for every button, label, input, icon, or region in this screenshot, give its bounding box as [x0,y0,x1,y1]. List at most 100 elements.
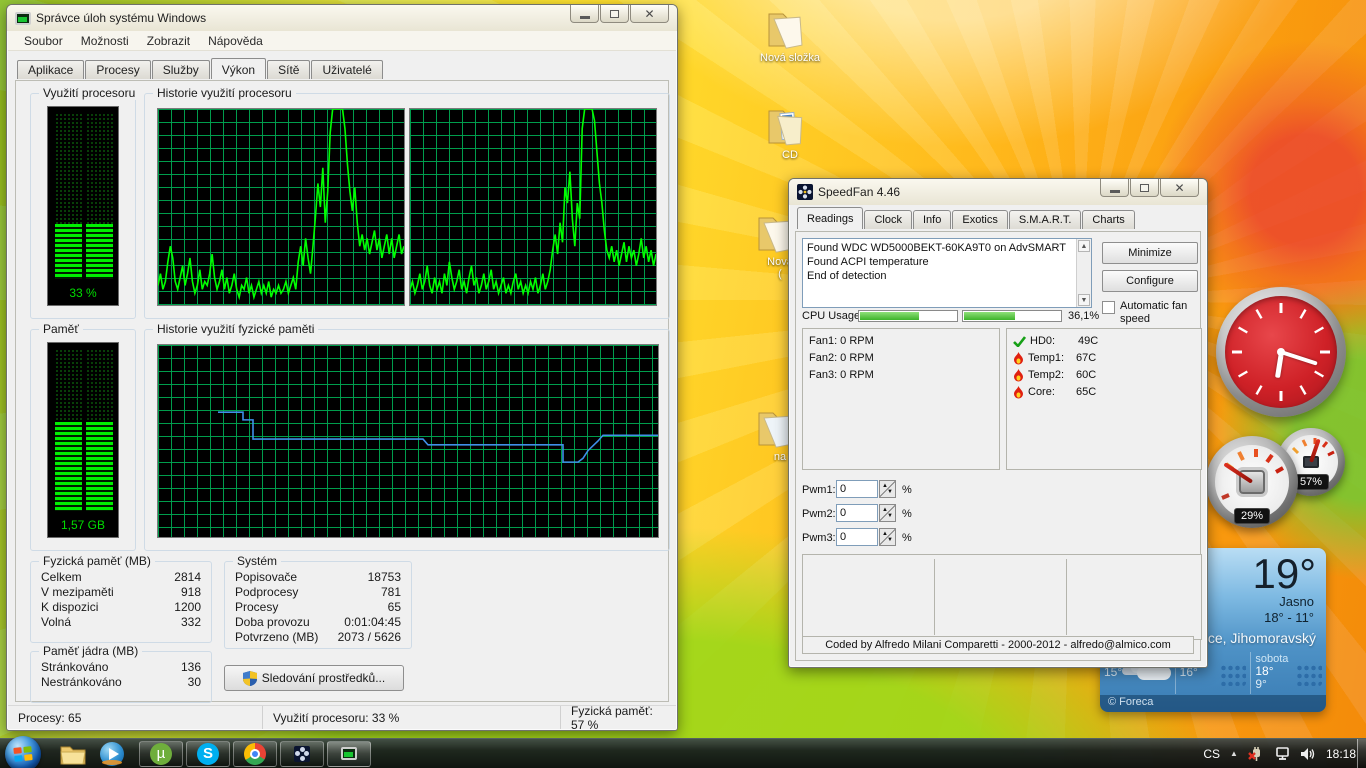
start-button[interactable] [5,736,41,768]
resource-monitor-button[interactable]: Sledování prostředků... [224,665,404,691]
weather-provider: © Foreca [1100,695,1326,712]
scroll-up-icon[interactable]: ▲ [1078,240,1090,252]
checkbox-icon[interactable] [1102,301,1115,314]
pwm2-input[interactable]: 0 [836,504,878,522]
folder-icon [765,103,815,147]
auto-fan-label: Automatic fan speed [1120,300,1202,326]
taskbar-chrome-button[interactable] [233,741,277,767]
flame-icon [1013,352,1024,365]
pwm1-input[interactable]: 0 [836,480,878,498]
menu-moznosti[interactable]: Možnosti [73,32,137,50]
network-icon[interactable] [1274,747,1290,761]
menu-napoveda[interactable]: Nápověda [200,32,271,50]
fan2-reading: Fan2: 0 RPM [809,350,993,367]
status-cpu: Využití procesoru: 33 % [263,706,561,729]
menu-soubor[interactable]: Soubor [16,32,71,50]
status-processes: Procesy: 65 [8,706,263,729]
minimize-app-button[interactable]: Minimize [1102,242,1198,264]
cpu-usage-value: 36,1% [1068,308,1099,325]
task-manager-statusbar: Procesy: 65 Využití procesoru: 33 % Fyzi… [8,705,676,729]
maximize-button[interactable] [600,5,629,23]
desktop-icon-nova-slozka[interactable]: Nová složka [745,6,835,64]
cpu-history-chart-core2 [409,108,657,306]
tab-info[interactable]: Info [913,210,951,229]
uac-shield-icon [243,671,257,686]
tab-sluzby[interactable]: Služby [152,60,210,79]
pwm3-label: Pwm3: [802,530,836,547]
taskbar-utorrent-button[interactable]: µ [139,741,183,767]
power-icon[interactable] [1248,747,1264,761]
pwm3-unit: % [902,530,912,547]
tab-smart[interactable]: S.M.A.R.T. [1009,210,1082,229]
menu-zobrazit[interactable]: Zobrazit [139,32,198,50]
tab-aplikace[interactable]: Aplikace [17,60,84,79]
check-icon [1013,336,1026,347]
show-desktop-button[interactable] [1357,739,1366,768]
auto-fan-checkbox-row[interactable]: Automatic fan speed [1102,300,1202,326]
clock-time[interactable]: 18:18 [1326,747,1356,761]
memory-gauge: 1,57 GB [47,342,119,538]
pwm3-input[interactable]: 0 [836,528,878,546]
cpu-percent-badge: 29% [1234,508,1270,524]
memory-history-group: Historie využití fyzické paměti [144,329,670,551]
forecast-col-3: sobota 18° 9° [1250,652,1326,694]
speedfan-window: SpeedFan 4.46 ✕ Readings Clock Info Exot… [788,178,1208,668]
temp-value: 49C [1078,333,1098,350]
clock-gadget[interactable] [1216,287,1346,417]
tab-readings[interactable]: Readings [797,207,863,229]
maximize-button[interactable] [1130,179,1159,197]
volume-icon[interactable] [1300,747,1316,761]
cpu-meter-gadget[interactable]: 29% [1206,436,1298,528]
taskbar-skype-button[interactable]: S [186,741,230,767]
pwm1-label: Pwm1: [802,482,836,499]
taskbar-speedfan-button[interactable] [280,741,324,767]
language-indicator[interactable]: CS [1203,747,1220,761]
temp-value: 60C [1076,367,1096,384]
detection-log[interactable]: Found WDC WD5000BEKT-60KA9T0 on AdvSMART… [802,238,1092,308]
tab-clock[interactable]: Clock [864,210,912,229]
pwm2-unit: % [902,506,912,523]
desktop-icon-label: CD [750,149,830,161]
taskbar-explorer-icon[interactable] [58,742,88,766]
folder-icon [765,6,815,50]
fan1-reading: Fan1: 0 RPM [809,333,993,350]
speedfan-tabs: Readings Clock Info Exotics S.M.A.R.T. C… [797,210,1136,232]
scroll-down-icon[interactable]: ▼ [1078,294,1090,306]
rain-icon [1220,664,1246,686]
cpu-usage-bar-2 [962,310,1062,322]
taskbar-media-player-icon[interactable] [97,742,127,766]
clock-center-dot [1277,348,1285,356]
tab-vykon[interactable]: Výkon [211,58,266,79]
fan-readings-panel: Fan1: 0 RPM Fan2: 0 RPM Fan3: 0 RPM [802,328,1000,470]
cpu-usage-value: 33 % [48,286,118,300]
pwm1-stepper[interactable]: ▲▼ [879,480,896,498]
task-manager-title: Správce úloh systému Windows [36,11,206,25]
temp-label: Core: [1028,384,1072,401]
log-scrollbar[interactable]: ▲ ▼ [1076,239,1091,307]
temp-value: 67C [1076,350,1096,367]
show-hidden-icons-button[interactable]: ▲ [1230,749,1238,758]
tab-procesy[interactable]: Procesy [85,60,150,79]
desktop-icon-cd[interactable]: CD [750,103,830,161]
minimize-button[interactable] [570,5,599,23]
pwm2-label: Pwm2: [802,506,836,523]
cpu-usage-label: CPU Usage [802,308,860,325]
cpu-history-group: Historie využití procesoru [144,93,670,319]
desktop: Nová složka CD Nová( na [0,0,1366,768]
close-button[interactable]: ✕ [1160,179,1199,197]
taskbar-task-manager-button[interactable] [327,741,371,767]
tab-charts[interactable]: Charts [1082,210,1134,229]
kernel-memory-group: Paměť jádra (MB) Stránkováno136 Nestránk… [30,651,212,703]
minimize-button[interactable] [1100,179,1129,197]
close-button[interactable]: ✕ [630,5,669,23]
cpu-usage-group: Využití procesoru 33 % [30,93,136,319]
pwm2-stepper[interactable]: ▲▼ [879,504,896,522]
tab-site[interactable]: Sítě [267,60,310,79]
tab-uzivatele[interactable]: Uživatelé [311,60,382,79]
configure-button[interactable]: Configure [1102,270,1198,292]
pwm3-stepper[interactable]: ▲▼ [879,528,896,546]
windows-logo-icon [13,746,32,762]
ram-percent-badge: 57% [1293,474,1329,490]
tab-exotics[interactable]: Exotics [952,210,1007,229]
weather-condition: Jasno [1279,594,1314,609]
